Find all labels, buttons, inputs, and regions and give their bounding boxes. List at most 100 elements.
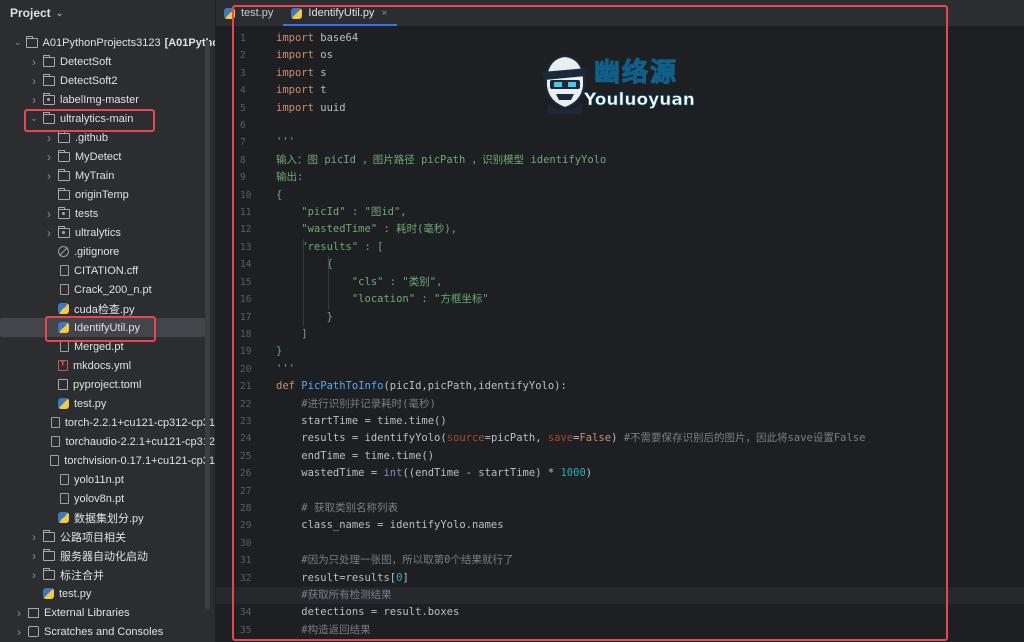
- tree-item[interactable]: yolo11n.pt: [0, 470, 215, 489]
- tree-item[interactable]: pyproject.toml: [0, 375, 215, 394]
- code-token: ''': [276, 136, 295, 149]
- chevron-right-icon[interactable]: ›: [29, 74, 39, 88]
- tree-item[interactable]: › Scratches and Consoles: [0, 622, 215, 641]
- code-line: "cls" : "类别",: [276, 273, 1024, 292]
- chevron-right-icon[interactable]: ›: [44, 226, 54, 240]
- chevron-right-icon[interactable]: ›: [29, 93, 39, 107]
- tree-item[interactable]: .gitignore: [0, 242, 215, 261]
- chevron-down-icon[interactable]: ⌄: [14, 37, 22, 48]
- tree-item[interactable]: › tests: [0, 204, 215, 223]
- tree-item[interactable]: originTemp: [0, 185, 215, 204]
- close-icon[interactable]: ×: [381, 8, 387, 19]
- tab-test-py[interactable]: test.py: [216, 0, 283, 26]
- tree-item[interactable]: torchaudio-2.2.1+cu121-cp312: [0, 432, 215, 451]
- code-line: "picId" : "图id",: [276, 204, 1024, 221]
- tree-item[interactable]: test.py: [0, 394, 215, 413]
- tree-item[interactable]: ⌄ ultralytics-main: [0, 109, 215, 128]
- line-number: 17: [240, 311, 252, 323]
- tree-item-label: tests: [75, 207, 99, 220]
- chevron-down-icon[interactable]: ⌄: [56, 8, 64, 19]
- line-number: 34: [240, 607, 252, 619]
- package-folder-icon: [58, 225, 70, 238]
- tree-item-label: ultralytics-main: [60, 112, 134, 125]
- code-line: {: [276, 256, 1024, 274]
- tree-item[interactable]: CITATION.cff: [0, 261, 215, 280]
- tree-item[interactable]: cuda检查.py: [0, 299, 215, 318]
- tree-item[interactable]: › 标注合并: [0, 565, 215, 584]
- code-line: "location" : "方框坐标": [276, 291, 1024, 309]
- tree-item-label: labelImg-master: [60, 93, 139, 106]
- code-token: import: [276, 101, 314, 114]
- code-token: startTime = time.time(): [276, 414, 447, 427]
- code-token: #因为只处理一张图，所以取第0个结果就行了: [301, 554, 514, 567]
- folder-icon: [43, 54, 55, 67]
- chevron-right-icon[interactable]: ›: [44, 169, 54, 183]
- tree-item[interactable]: › DetectSoft: [0, 52, 215, 71]
- tree-item[interactable]: mkdocs.yml: [0, 356, 215, 375]
- chevron-right-icon[interactable]: ›: [29, 55, 39, 69]
- file-icon: [50, 417, 60, 428]
- tree-item[interactable]: › ultralytics: [0, 223, 215, 242]
- folder-icon: [58, 130, 70, 143]
- tree-item[interactable]: torchvision-0.17.1+cu121-cp31: [0, 451, 215, 470]
- code-line: startTime = time.time(): [276, 413, 1024, 430]
- tree-item[interactable]: › MyTrain: [0, 166, 215, 185]
- tab-identifyutil-py[interactable]: IdentifyUtil.py ×: [283, 0, 398, 26]
- tree-item[interactable]: › DetectSoft2: [0, 71, 215, 90]
- code-token: "results" : [: [276, 240, 384, 253]
- tree-item[interactable]: Crack_200_n.pt: [0, 280, 215, 299]
- tree-item[interactable]: › MyDetect: [0, 147, 215, 166]
- tree-item-label: mkdocs.yml: [73, 359, 132, 372]
- line-number: 35: [240, 624, 252, 636]
- chevron-right-icon[interactable]: ›: [44, 207, 54, 221]
- tree-item[interactable]: ⌄A01PythonProjects3123[A01PythonP: [0, 33, 215, 52]
- chevron-down-icon[interactable]: ⌄: [29, 113, 39, 124]
- code-token: detections = result.boxes: [276, 606, 460, 619]
- tree-item[interactable]: › 服务器自动化启动: [0, 546, 215, 565]
- line-number: 29: [240, 520, 252, 532]
- line-number: 1: [240, 33, 246, 44]
- code-token: # 获取类别名称列表: [301, 501, 398, 514]
- code-token: ''': [276, 362, 295, 375]
- project-header[interactable]: Project ⌄: [0, 0, 215, 26]
- indent-guide: [303, 256, 304, 274]
- chevron-right-icon[interactable]: ›: [29, 568, 39, 582]
- tree-item-label: test.py: [59, 587, 92, 600]
- package-folder-icon: [58, 206, 70, 219]
- tree-item[interactable]: Merged.pt: [0, 337, 215, 356]
- line-number: 25: [240, 450, 252, 462]
- tree-item[interactable]: › .github: [0, 128, 215, 147]
- logo-subtitle: Youluoyuan: [584, 90, 696, 111]
- code-line: 输入：图 picId ，图片路径 picPath ，识别模型 identifyY…: [276, 152, 1024, 169]
- chevron-right-icon[interactable]: ›: [29, 530, 39, 544]
- tree-item[interactable]: › labelImg-master: [0, 90, 215, 109]
- chevron-right-icon[interactable]: ›: [14, 606, 24, 620]
- code-token: result=results[: [276, 571, 397, 584]
- chevron-right-icon[interactable]: ›: [44, 131, 54, 145]
- line-number: 7: [240, 137, 246, 149]
- chevron-right-icon[interactable]: ›: [29, 549, 39, 563]
- line-number: 27: [240, 485, 252, 497]
- code-token: =picPath,: [484, 432, 548, 445]
- line-number: 12: [240, 224, 252, 236]
- chevron-right-icon[interactable]: ›: [44, 150, 54, 164]
- tree-item-label: A01PythonProjects3123: [42, 36, 161, 49]
- file-icon: [60, 341, 69, 352]
- tree-item[interactable]: 数据集划分.py: [0, 508, 215, 527]
- tree-item[interactable]: › External Libraries: [0, 603, 215, 622]
- tree-item[interactable]: torch-2.2.1+cu121-cp312-cp31: [0, 413, 215, 432]
- tree-item[interactable]: yolov8n.pt: [0, 489, 215, 508]
- code-token: import: [276, 66, 314, 79]
- folder-icon: [58, 168, 70, 181]
- tree-item[interactable]: IdentifyUtil.py: [0, 318, 205, 337]
- sidebar-scrollbar[interactable]: [205, 40, 210, 610]
- code-token: source: [446, 432, 485, 445]
- chevron-right-icon[interactable]: ›: [14, 625, 24, 639]
- tree-item[interactable]: › 公路项目相关: [0, 527, 215, 546]
- line-number: 15: [240, 276, 252, 288]
- tree-item-label: DetectSoft2: [60, 74, 118, 87]
- code-editor: test.py IdentifyUtil.py × 1 2 3 4 5 6 7 8 9 10 11 1…: [216, 0, 1024, 642]
- code-area[interactable]: import base64 import os import s import t im…: [216, 30, 1024, 639]
- tree-item[interactable]: test.py: [0, 584, 215, 603]
- file-icon: [51, 436, 61, 447]
